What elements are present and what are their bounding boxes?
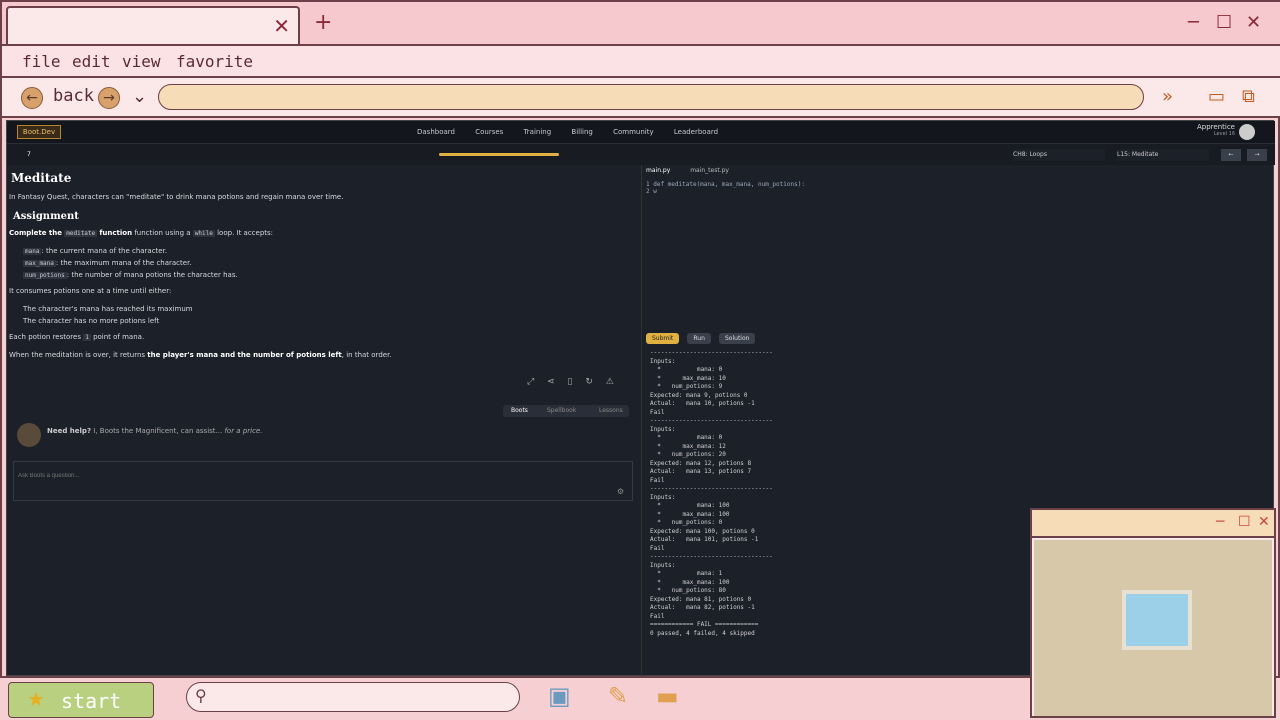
close-icon[interactable]: ✕ xyxy=(1258,514,1270,530)
back-arrow-icon[interactable]: ← xyxy=(21,87,43,109)
menu-edit[interactable]: edit xyxy=(72,52,111,71)
new-tab-icon[interactable]: + xyxy=(314,10,332,35)
nav-training[interactable]: Training xyxy=(524,128,552,136)
chevron-down-icon[interactable]: ⌄ xyxy=(132,86,147,107)
boots-avatar xyxy=(17,423,41,447)
prev-lesson-button[interactable]: ← xyxy=(1221,149,1241,161)
code-line: 1 def meditate(mana, max_mana, num_potio… xyxy=(646,181,805,188)
app-sub-bar: 7 CH8: Loops L15: Meditate ← → xyxy=(7,143,1275,165)
assignment-heading: Assignment xyxy=(13,211,79,222)
result-text: When the meditation is over, it returns … xyxy=(9,351,392,359)
folder-icon[interactable]: ▭ xyxy=(1208,86,1225,107)
tab-boots[interactable]: Boots xyxy=(511,407,528,414)
code-line: 2 w xyxy=(646,188,657,195)
popup-title-bar: ─ ☐ ✕ xyxy=(1032,510,1274,538)
menu-file[interactable]: file xyxy=(22,52,61,71)
nav-dashboard[interactable]: Dashboard xyxy=(417,128,455,136)
menu-bar: file edit view favorite xyxy=(2,46,1280,78)
arg-item: max_mana: the maximum mana of the charac… xyxy=(23,259,192,267)
bootdev-logo[interactable]: Boot.Dev xyxy=(17,125,61,139)
code-editor[interactable]: 1 def meditate(mana, max_mana, num_potio… xyxy=(646,181,805,195)
run-button[interactable]: Run xyxy=(687,333,711,344)
menu-favorite[interactable]: favorite xyxy=(176,52,253,71)
folder-icon[interactable]: ▬ xyxy=(656,682,679,710)
user-title: Apprentice xyxy=(1197,123,1235,131)
report-icon[interactable]: ⚠ xyxy=(606,377,614,387)
tab-main-py[interactable]: main.py xyxy=(646,167,670,174)
user-box[interactable]: Apprentice Level 16 xyxy=(1197,123,1235,137)
lesson-panel: Meditate In Fantasy Quest, characters ca… xyxy=(7,165,639,677)
ask-boots-input[interactable] xyxy=(14,468,632,484)
arg-item: mana: the current mana of the character. xyxy=(23,247,168,255)
browser-tab[interactable]: ✕ xyxy=(6,6,300,44)
settings-icon[interactable]: ⚙ xyxy=(617,487,624,496)
nav-community[interactable]: Community xyxy=(613,128,654,136)
file-tabs: main.py main_test.py xyxy=(646,167,747,174)
lesson-title: Meditate xyxy=(11,171,72,185)
lesson-tools: ⤢ ⋖ ▯ ↻ ⚠ xyxy=(527,377,624,387)
nav-billing[interactable]: Billing xyxy=(571,128,592,136)
minimize-icon[interactable]: ─ xyxy=(1188,12,1199,33)
start-label: start xyxy=(61,689,122,713)
menu-view[interactable]: view xyxy=(122,52,161,71)
image-icon[interactable]: ▣ xyxy=(548,682,571,710)
bookmark-icon[interactable]: ▯ xyxy=(568,377,573,387)
music-popup: ─ ☐ ✕ xyxy=(1030,508,1276,718)
condition-item: The character's mana has reached its max… xyxy=(23,305,193,313)
forward-arrow-icon[interactable]: → xyxy=(98,87,120,109)
lesson-select[interactable]: L15: Meditate xyxy=(1117,149,1209,161)
lofi-room-image xyxy=(1034,540,1272,716)
arg-item: num_potions: the number of mana potions … xyxy=(23,271,238,279)
progress-dots xyxy=(439,153,559,156)
refresh-icon[interactable]: ↻ xyxy=(585,377,593,387)
close-tab-icon[interactable]: ✕ xyxy=(273,14,290,38)
lesson-intro: In Fantasy Quest, characters can "medita… xyxy=(9,193,344,201)
submit-button[interactable]: Submit xyxy=(646,333,680,344)
avatar[interactable] xyxy=(1239,124,1255,140)
back-button[interactable]: back xyxy=(53,86,94,106)
assignment-task: Complete the meditate function function … xyxy=(9,229,274,237)
share-icon[interactable]: ⋖ xyxy=(547,377,555,387)
ask-boots-box: ⚙ xyxy=(13,461,633,501)
double-chevron-icon[interactable]: » xyxy=(1162,86,1173,107)
nav-bar: ← back → ⌄ » ▭ ⧉ xyxy=(2,78,1280,118)
maximize-icon[interactable]: ☐ xyxy=(1238,514,1251,530)
address-bar[interactable] xyxy=(158,84,1144,110)
tab-lessons[interactable]: Lessons xyxy=(599,407,623,414)
nav-leaderboard[interactable]: Leaderboard xyxy=(674,128,718,136)
user-level: Level 16 xyxy=(1213,131,1235,137)
extension-icon[interactable]: ⧉ xyxy=(1242,86,1255,107)
action-buttons: Submit Run Solution xyxy=(646,325,758,344)
start-button[interactable]: ★ start xyxy=(8,682,154,718)
search-icon: ⚲ xyxy=(195,686,207,705)
tab-main-test-py[interactable]: main_test.py xyxy=(690,167,729,174)
condition-item: The character has no more potions left xyxy=(23,317,160,325)
next-lesson-button[interactable]: → xyxy=(1247,149,1267,161)
helper-tabs: Boots Spellbook Lessons xyxy=(503,405,629,417)
close-window-icon[interactable]: ✕ xyxy=(1246,12,1261,33)
streak-count: 7 xyxy=(27,151,31,158)
pencil-icon[interactable]: ✎ xyxy=(608,682,628,710)
star-icon: ★ xyxy=(27,687,45,711)
taskbar-search[interactable]: ⚲ xyxy=(186,682,520,712)
maximize-icon[interactable]: ☐ xyxy=(1216,12,1232,33)
help-text: Need help? I, Boots the Magnificent, can… xyxy=(47,427,263,435)
test-output: ---------------------------------- Input… xyxy=(650,349,773,637)
nav-courses[interactable]: Courses xyxy=(475,128,503,136)
fullscreen-icon[interactable]: ⤢ xyxy=(527,377,534,387)
tab-spellbook[interactable]: Spellbook xyxy=(547,407,576,414)
chapter-select[interactable]: CH8: Loops xyxy=(1013,149,1105,161)
restore-text: Each potion restores 1 point of mana. xyxy=(9,333,145,341)
consumes-text: It consumes potions one at a time until … xyxy=(9,287,172,295)
title-bar: ✕ + ─ ☐ ✕ xyxy=(2,2,1280,46)
solution-button[interactable]: Solution xyxy=(719,333,756,344)
minimize-icon[interactable]: ─ xyxy=(1216,514,1224,530)
app-top-nav: Boot.Dev Dashboard Courses Training Bill… xyxy=(7,121,1275,143)
